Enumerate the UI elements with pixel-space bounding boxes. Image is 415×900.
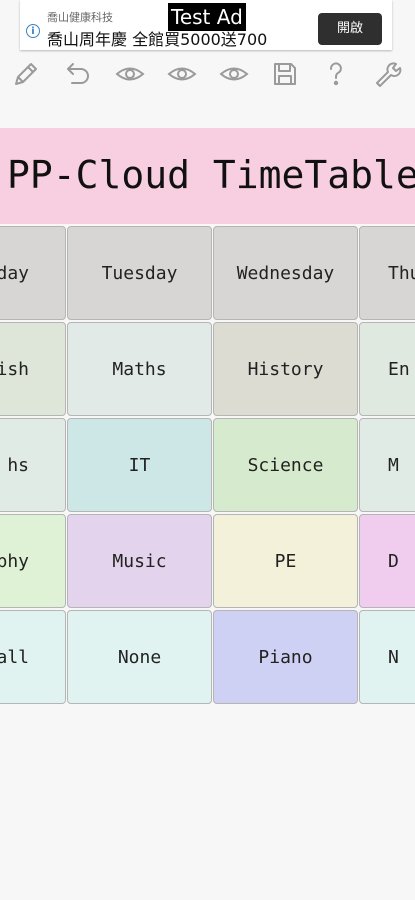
save-icon[interactable] (265, 54, 305, 94)
day-header-tuesday[interactable]: Tuesday (67, 226, 212, 320)
timetable-cell[interactable]: Piano (213, 610, 358, 704)
wrench-icon[interactable] (368, 54, 408, 94)
timetable-cell[interactable]: En (359, 322, 415, 416)
timetable-cell[interactable]: Maths (67, 322, 212, 416)
toolbar (0, 52, 415, 96)
title-bar: PP-Cloud TimeTable (0, 128, 415, 224)
timetable-cell[interactable]: D (359, 514, 415, 608)
timetable-cell[interactable]: IT (67, 418, 212, 512)
day-header-monday[interactable]: day (0, 226, 66, 320)
timetable-cell[interactable]: History (213, 322, 358, 416)
day-header-thursday[interactable]: Thu (359, 226, 415, 320)
timetable-cell[interactable]: hs (0, 418, 66, 512)
ad-open-button[interactable]: 開啟 (318, 13, 382, 45)
undo-icon[interactable] (58, 54, 98, 94)
ad-test-label: Test Ad (168, 3, 246, 31)
pencil-icon[interactable] (6, 54, 46, 94)
ad-advertiser: 喬山健康科技 (47, 11, 113, 24)
timetable-grid: day Tuesday Wednesday Thu ish Maths Hist… (0, 224, 415, 708)
eye-icon[interactable] (162, 54, 202, 94)
timetable-cell[interactable]: N (359, 610, 415, 704)
help-icon[interactable] (316, 54, 356, 94)
timetable-cell[interactable]: aphy (0, 514, 66, 608)
timetable-cell[interactable]: ish (0, 322, 66, 416)
timetable-cell[interactable]: PE (213, 514, 358, 608)
timetable-cell[interactable]: M (359, 418, 415, 512)
page-title: PP-Cloud TimeTable (7, 153, 415, 197)
timetable-cell[interactable]: Science (213, 418, 358, 512)
info-icon[interactable]: i (26, 24, 40, 38)
timetable-cell[interactable]: Music (67, 514, 212, 608)
ad-banner[interactable]: i 喬山健康科技 喬山周年慶 全館買5000送700 Test Ad 開啟 (20, 0, 392, 50)
eye-icon[interactable] (110, 54, 150, 94)
eye-icon[interactable] (214, 54, 254, 94)
day-header-wednesday[interactable]: Wednesday (213, 226, 358, 320)
timetable-cell[interactable]: ball (0, 610, 66, 704)
timetable-cell[interactable]: None (67, 610, 212, 704)
